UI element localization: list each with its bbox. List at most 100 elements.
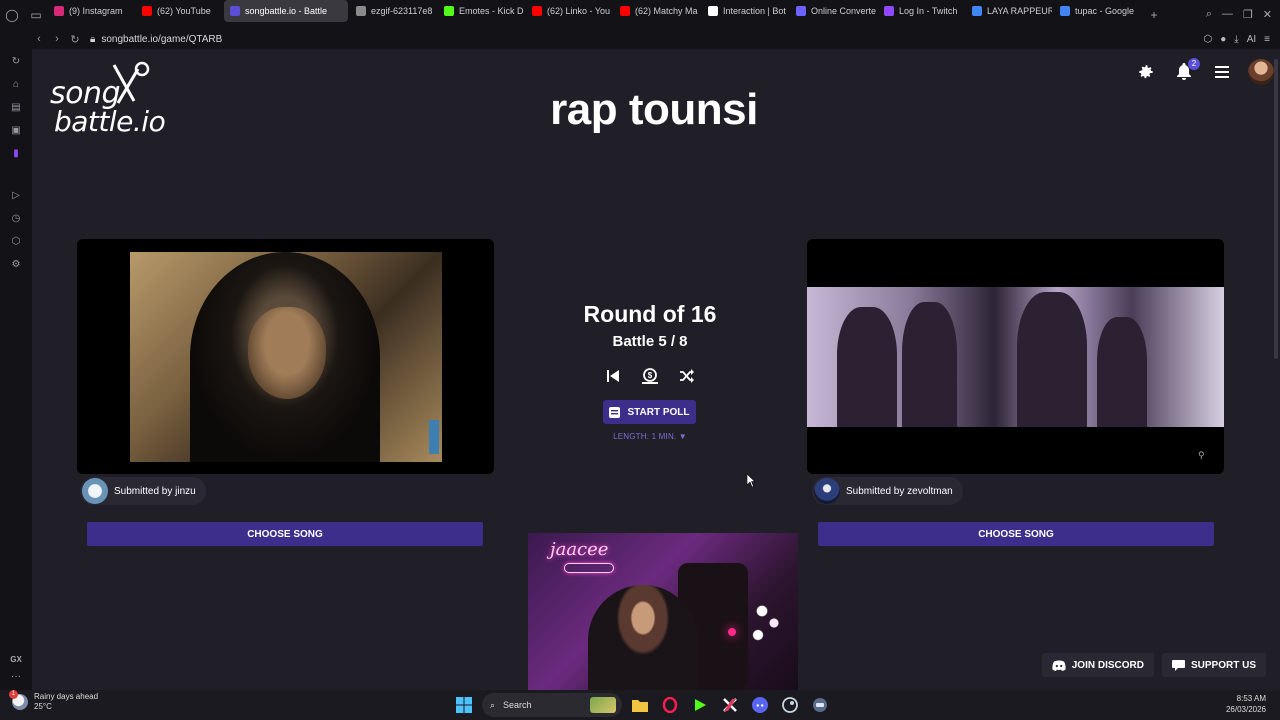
refresh-icon[interactable]: ↻ (9, 55, 23, 69)
flowers (746, 593, 786, 653)
notifications-bell-icon[interactable]: 2 (1172, 58, 1200, 84)
settings-icon[interactable]: ⚙ (9, 258, 23, 272)
start-poll-button[interactable]: START POLL (603, 400, 696, 424)
play-circle-icon[interactable]: ▷ (9, 189, 23, 203)
right-video-thumbnail (807, 287, 1224, 427)
opera-menu-icon[interactable]: ◯ (0, 0, 24, 29)
maximize-icon[interactable]: ❐ (1243, 8, 1253, 21)
more-icon[interactable]: ··· (0, 671, 32, 682)
support-us-button[interactable]: SUPPORT US (1161, 653, 1266, 677)
browser-tab[interactable]: LAYA RAPPEUR (966, 0, 1052, 22)
extensions-icon[interactable]: ⬡ (1204, 34, 1213, 45)
discord-taskbar-icon[interactable] (748, 693, 772, 717)
browser-tab[interactable]: (62) Matchy Ma (614, 0, 700, 22)
tab-label: LAYA RAPPEUR (987, 6, 1052, 16)
reload-icon[interactable]: ↻ (66, 33, 84, 46)
watermark-tag (429, 420, 439, 454)
steam-icon[interactable] (778, 693, 802, 717)
file-explorer-icon[interactable] (628, 693, 652, 717)
tab-favicon-icon (796, 6, 806, 16)
tab-favicon-icon (356, 6, 366, 16)
browser-tab[interactable]: tupac - Google (1054, 0, 1140, 22)
ai-button[interactable]: AI (1247, 34, 1256, 45)
logo-text-line2: battle.io (54, 105, 166, 138)
search-highlight-icon (590, 697, 616, 713)
tab-label: songbattle.io - Battle (245, 6, 328, 16)
browser-tab[interactable]: Online Converte (790, 0, 876, 22)
join-discord-label: JOIN DISCORD (1071, 659, 1144, 671)
taskbar-apps: ⌕ Search (452, 693, 832, 717)
header-actions: 2 (1134, 58, 1274, 85)
search-tabs-icon[interactable]: ⌕ (1206, 8, 1212, 21)
media-player-icon[interactable] (688, 693, 712, 717)
donate-dollar-icon[interactable]: $ (639, 365, 661, 387)
previous-battle-icon[interactable] (602, 365, 624, 387)
wallet-icon[interactable]: ▤ (9, 101, 23, 115)
discord-icon (1052, 660, 1066, 671)
browser-tab[interactable]: (9) Instagram (48, 0, 134, 22)
browser-tab[interactable]: (62) YouTube (136, 0, 222, 22)
minimize-icon[interactable]: — (1222, 8, 1233, 21)
twitch-icon[interactable]: ▮ (9, 147, 23, 161)
browser-tab[interactable]: Emotes - Kick D (438, 0, 524, 22)
taskbar-search-label: Search (503, 700, 532, 710)
join-discord-button[interactable]: JOIN DISCORD (1041, 653, 1154, 677)
page-scrollbar[interactable] (1274, 59, 1278, 359)
tab-favicon-icon (972, 6, 982, 16)
right-song-video[interactable]: ⚲ (807, 239, 1224, 474)
m-icon[interactable]: ▣ (9, 124, 23, 138)
pink-lamp (728, 628, 736, 636)
user-avatar[interactable] (1248, 59, 1274, 85)
face (248, 307, 326, 399)
poll-length-dropdown[interactable]: LENGTH: 1 MIN. ▼ (550, 432, 750, 441)
shop-icon[interactable]: ⌂ (9, 78, 23, 92)
browser-tab[interactable]: songbattle.io - Battle (224, 0, 348, 22)
gx-label[interactable]: GX (0, 655, 32, 664)
browser-tab[interactable]: ezgif-623117e8 (350, 0, 436, 22)
microphone-logo-icon (112, 61, 150, 104)
right-submitter: Submitted by zevoltman (812, 477, 963, 505)
choose-left-song-button[interactable]: CHOOSE SONG (87, 522, 483, 546)
browser-tab[interactable]: (62) Linko - You (526, 0, 612, 22)
history-icon[interactable]: ◷ (9, 212, 23, 226)
back-icon[interactable]: ‹ (30, 33, 48, 45)
browser-tab[interactable]: Interaction | Bot (702, 0, 788, 22)
tab-label: (9) Instagram (69, 6, 123, 16)
choose-right-song-button[interactable]: CHOOSE SONG (818, 522, 1214, 546)
clock-time: 8:53 AM (1236, 694, 1266, 703)
forward-icon[interactable]: › (48, 33, 66, 45)
capcut-icon[interactable] (718, 693, 742, 717)
tab-label: Emotes - Kick D (459, 6, 524, 16)
video-options-icon[interactable]: ⚲ (1198, 450, 1210, 462)
mouse-cursor-icon (747, 474, 755, 487)
svg-text:$: $ (648, 371, 653, 380)
close-window-icon[interactable]: ✕ (1263, 8, 1272, 21)
tab-label: tupac - Google (1075, 6, 1135, 16)
person-figure (1097, 317, 1147, 427)
lock-icon: 🔒︎ (90, 33, 96, 45)
person-figure (1017, 292, 1087, 427)
shuffle-icon[interactable] (676, 365, 698, 387)
app-icon[interactable] (808, 693, 832, 717)
windows-start-icon[interactable] (452, 693, 476, 717)
windows-taskbar: 1 Rainy days ahead 25°C ⌕ Search 8:53 AM… (0, 690, 1280, 720)
browser-tab[interactable]: Log In - Twitch (878, 0, 964, 22)
support-icon (1171, 659, 1185, 671)
new-tab-icon[interactable]: + (1142, 0, 1166, 29)
cube-icon[interactable]: ⬡ (9, 235, 23, 249)
menu-icon[interactable]: ≡ (1264, 34, 1270, 45)
profile-icon[interactable]: ● (1220, 34, 1226, 45)
taskbar-clock[interactable]: 8:53 AM 26/03/2026 (1226, 693, 1266, 715)
site-logo[interactable]: song battle.io (50, 61, 170, 141)
left-song-video[interactable] (77, 239, 494, 474)
url-field[interactable]: 🔒︎ songbattle.io/game/QTARB (90, 34, 222, 45)
tab-switcher-icon[interactable]: ▭ (24, 0, 48, 29)
submitter-avatar (82, 478, 108, 504)
hamburger-menu-icon[interactable] (1210, 60, 1234, 84)
streamer-webcam: jaacee (528, 533, 798, 690)
taskbar-search[interactable]: ⌕ Search (482, 693, 622, 717)
weather-widget[interactable]: 1 Rainy days ahead 25°C (9, 690, 98, 712)
opera-gx-icon[interactable] (658, 693, 682, 717)
settings-gear-icon[interactable] (1134, 60, 1158, 84)
download-icon[interactable]: ⤓ (1234, 34, 1238, 45)
